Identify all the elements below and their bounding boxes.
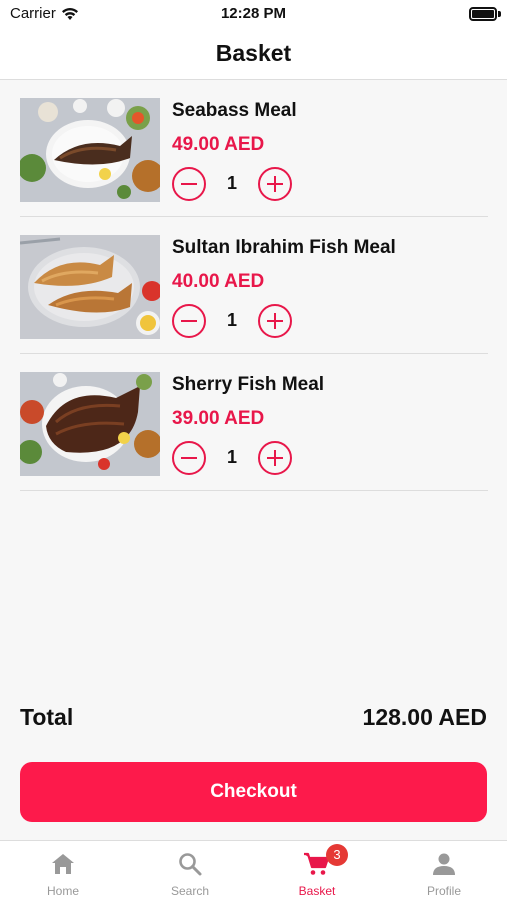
tab-basket-icon-wrap	[254, 851, 380, 877]
quantity-stepper: 1	[172, 304, 302, 338]
total-value: 128.00 AED	[362, 704, 487, 730]
item-price: 49.00 AED	[172, 134, 265, 155]
tab-label: Basket	[298, 884, 336, 898]
tab-search-icon-wrap	[127, 851, 253, 877]
search-icon	[179, 853, 202, 876]
basket-count-badge: 3	[326, 844, 348, 866]
basket-item: Sherry Fish Meal 39.00 AED 1	[20, 354, 488, 491]
nav-header: Basket	[0, 28, 507, 80]
status-time: 12:28 PM	[220, 5, 287, 22]
item-name: Seabass Meal	[172, 100, 297, 121]
checkout-button[interactable]: Checkout	[20, 762, 487, 822]
tab-bar: Home Search 3 Basket Profile	[0, 840, 507, 900]
quantity-value: 1	[226, 447, 237, 467]
seabass-meal-image	[20, 98, 160, 202]
battery-tip	[498, 11, 501, 17]
plus-icon-vertical	[273, 450, 276, 466]
plus-icon-vertical	[273, 176, 276, 192]
basket-list: Seabass Meal 49.00 AED 1 Sultan Ibrahim …	[20, 80, 488, 491]
item-price: 40.00 AED	[172, 271, 265, 292]
quantity-stepper: 1	[172, 167, 302, 201]
home-icon	[52, 854, 74, 874]
battery-icon	[469, 7, 497, 21]
decrease-quantity-button[interactable]	[172, 441, 206, 475]
increase-quantity-button[interactable]	[258, 167, 292, 201]
sherry-fish-meal-image	[20, 372, 160, 476]
quantity-stepper: 1	[172, 441, 302, 475]
tab-home-icon-wrap	[0, 851, 126, 877]
tab-search[interactable]: Search	[127, 841, 253, 900]
tab-label: Search	[170, 884, 210, 898]
basket-item: Seabass Meal 49.00 AED 1	[20, 80, 488, 217]
minus-icon	[181, 182, 197, 185]
status-bar: Carrier 12:28 PM	[0, 0, 507, 28]
quantity-value: 1	[226, 310, 237, 330]
profile-icon	[433, 853, 455, 875]
sultan-ibrahim-fish-meal-image	[20, 235, 160, 339]
page-title: Basket	[215, 40, 292, 66]
total-row: Total 128.00 AED	[20, 704, 487, 736]
increase-quantity-button[interactable]	[258, 441, 292, 475]
basket-item: Sultan Ibrahim Fish Meal 40.00 AED 1	[20, 217, 488, 354]
increase-quantity-button[interactable]	[258, 304, 292, 338]
plus-icon-vertical	[273, 313, 276, 329]
total-label: Total	[20, 704, 74, 730]
tab-label: Profile	[426, 884, 461, 898]
item-name: Sultan Ibrahim Fish Meal	[172, 237, 396, 258]
tab-label: Home	[46, 884, 79, 898]
decrease-quantity-button[interactable]	[172, 167, 206, 201]
quantity-value: 1	[226, 173, 237, 193]
item-name: Sherry Fish Meal	[172, 374, 325, 395]
tab-profile[interactable]: Profile	[381, 841, 507, 900]
minus-icon	[181, 456, 197, 459]
tab-basket[interactable]: 3 Basket	[254, 841, 380, 900]
decrease-quantity-button[interactable]	[172, 304, 206, 338]
minus-icon	[181, 319, 197, 322]
item-price: 39.00 AED	[172, 408, 265, 429]
tab-profile-icon-wrap	[381, 851, 507, 877]
tab-home[interactable]: Home	[0, 841, 126, 900]
